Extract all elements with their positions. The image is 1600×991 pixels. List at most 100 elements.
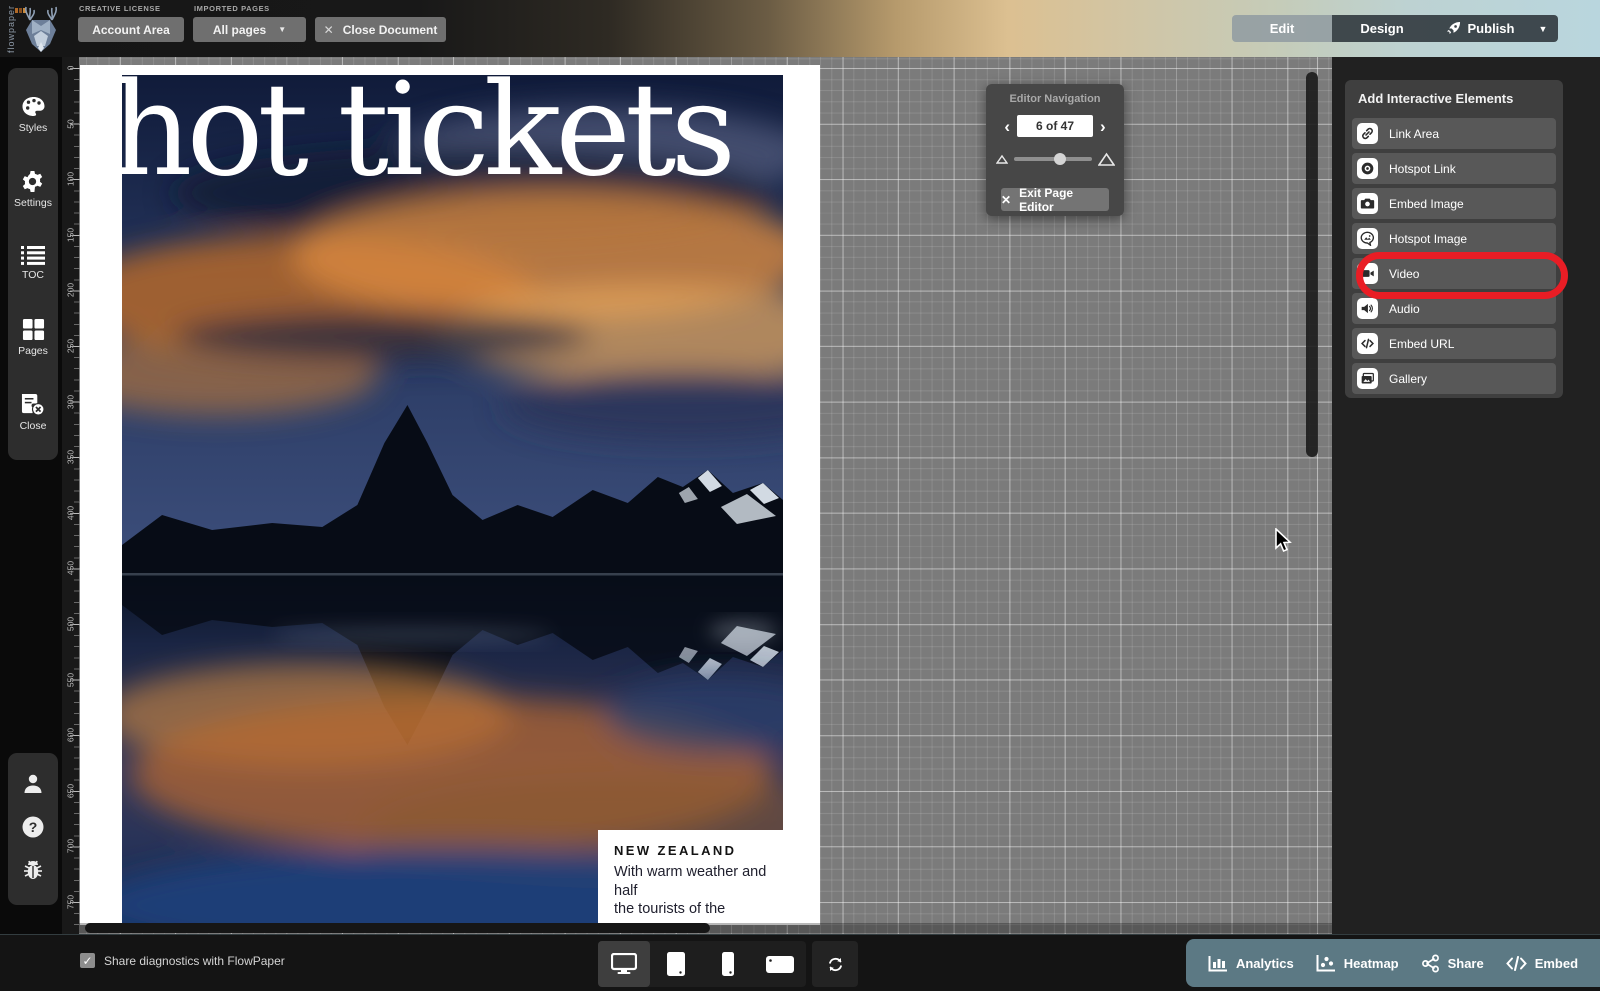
edit-label: Edit [1270, 21, 1295, 36]
exit-page-editor-button[interactable]: ✕ Exit Page Editor [1001, 188, 1109, 211]
panel-item-audio[interactable]: Audio [1352, 293, 1556, 324]
imported-pages-label: IMPORTED PAGES [194, 4, 270, 13]
design-label: Design [1360, 21, 1403, 36]
editor-canvas: 0 50 100 150 200 250 300 350 400 450 500… [62, 57, 1332, 934]
popup-title: Editor Navigation [986, 93, 1124, 105]
phone-landscape-icon [765, 955, 795, 974]
publish-button[interactable]: Publish [1432, 15, 1528, 42]
chevron-down-icon: ▼ [278, 25, 286, 34]
ruler-label: 450 [66, 560, 76, 577]
gallery-label: Gallery [1389, 372, 1427, 386]
close-document-icon [20, 393, 45, 416]
sidebar-item-styles[interactable]: Styles [19, 96, 48, 134]
rocket-icon [1446, 21, 1461, 36]
sidebar-item-toc[interactable]: TOC [21, 245, 45, 281]
page-indicator-value: 6 of 47 [1036, 119, 1074, 133]
account-area-button[interactable]: Account Area [78, 17, 184, 42]
all-pages-dropdown[interactable]: All pages ▼ [193, 17, 306, 42]
panel-item-video[interactable]: Video [1352, 258, 1556, 289]
ruler-label: 400 [66, 505, 76, 522]
sidebar-item-pages[interactable]: Pages [18, 318, 48, 357]
document-page[interactable]: hot tickets NEW ZEALAND With warm weathe… [80, 65, 820, 925]
embed-button[interactable]: Embed [1506, 956, 1578, 971]
ruler-label: 750 [66, 894, 76, 911]
desktop-icon [611, 953, 637, 975]
publish-dropdown-caret[interactable]: ▼ [1528, 15, 1558, 42]
magazine-title: hot tickets [110, 65, 815, 202]
close-document-label: Close Document [343, 23, 438, 37]
video-label: Video [1389, 267, 1419, 281]
caption-line: the tourists of the summer, [614, 900, 774, 925]
zoom-slider[interactable] [1014, 157, 1092, 161]
ruler-label: 150 [66, 227, 76, 244]
tab-design[interactable]: Design [1332, 15, 1432, 42]
device-phone-landscape-button[interactable] [754, 941, 806, 987]
account-area-label: Account Area [92, 23, 170, 37]
styles-label: Styles [19, 122, 48, 134]
ruler-label: 550 [66, 672, 76, 689]
user-icon [21, 772, 45, 796]
caption-box: NEW ZEALAND With warm weather and half t… [598, 830, 784, 925]
bubble-image-icon [1357, 228, 1378, 249]
ruler-label: 50 [66, 116, 76, 133]
checkbox-checked[interactable]: ✓ [80, 953, 95, 968]
next-page-button[interactable]: › [1100, 118, 1106, 135]
ruler-label: 350 [66, 449, 76, 466]
toc-list-icon [21, 245, 45, 265]
analytics-button[interactable]: Analytics [1208, 955, 1294, 972]
hotspot-link-label: Hotspot Link [1389, 162, 1456, 176]
close-document-button[interactable]: ✕ Close Document [315, 17, 446, 42]
publish-label: Publish [1468, 21, 1515, 36]
panel-item-gallery[interactable]: Gallery [1352, 363, 1556, 394]
panel-item-embed-url[interactable]: Embed URL [1352, 328, 1556, 359]
share-diagnostics-checkbox[interactable]: ✓ Share diagnostics with FlowPaper [80, 953, 285, 968]
diagnostics-label: Share diagnostics with FlowPaper [104, 954, 285, 968]
check-icon: ✓ [82, 954, 92, 968]
user-account-button[interactable] [21, 772, 45, 801]
add-interactive-elements-panel: Add Interactive Elements Link Area Hotsp… [1345, 80, 1563, 398]
mode-switch: Edit Design Publish ▼ [1232, 15, 1558, 42]
svg-text:?: ? [29, 819, 38, 835]
device-phone-button[interactable] [702, 941, 754, 987]
deer-logo-icon [18, 4, 64, 54]
flowpaper-logo[interactable]: flowpaper [6, 2, 66, 55]
report-bug-button[interactable] [21, 859, 45, 886]
heatmap-button[interactable]: Heatmap [1316, 954, 1399, 972]
help-button[interactable]: ? [21, 815, 45, 844]
sidebar-item-close[interactable]: Close [20, 393, 47, 432]
close-label: Close [20, 420, 47, 432]
speaker-icon [1357, 298, 1378, 319]
vertical-scrollbar[interactable] [1306, 72, 1318, 457]
flowpaper-editor-app: flowpaper CREATIVE LICENSE Account Area … [0, 0, 1600, 991]
ruler-label: 250 [66, 338, 76, 355]
editor-navigation-popup: Editor Navigation ‹ 6 of 47 › [986, 84, 1124, 216]
phone-icon [721, 951, 735, 977]
share-label: Share [1448, 956, 1484, 971]
zoom-out-mountain-icon [996, 154, 1008, 164]
ruler-label: 300 [66, 394, 76, 411]
zoom-in-mountain-icon [1098, 152, 1115, 166]
ruler-label: 100 [66, 171, 76, 188]
page-indicator-input[interactable]: 6 of 47 [1017, 115, 1093, 137]
share-button[interactable]: Share [1421, 954, 1484, 973]
horizontal-scrollbar[interactable] [85, 923, 710, 933]
horizontal-scrollbar-track [79, 923, 1332, 933]
zoom-slider-thumb[interactable] [1054, 153, 1066, 165]
device-tablet-button[interactable] [650, 941, 702, 987]
refresh-preview-button[interactable] [812, 941, 858, 987]
link-icon [1357, 123, 1378, 144]
embed-label: Embed [1535, 956, 1578, 971]
embed-image-label: Embed Image [1389, 197, 1464, 211]
tab-edit[interactable]: Edit [1232, 15, 1332, 42]
analytics-label: Analytics [1236, 956, 1294, 971]
panel-item-hotspot-link[interactable]: Hotspot Link [1352, 153, 1556, 184]
ruler-label: 200 [66, 282, 76, 299]
sidebar-item-settings[interactable]: Settings [14, 170, 52, 209]
device-desktop-button[interactable] [598, 941, 650, 987]
panel-item-hotspot-image[interactable]: Hotspot Image [1352, 223, 1556, 254]
all-pages-label: All pages [213, 23, 266, 37]
panel-item-embed-image[interactable]: Embed Image [1352, 188, 1556, 219]
previous-page-button[interactable]: ‹ [1004, 118, 1010, 135]
creative-license-label: CREATIVE LICENSE [79, 4, 161, 13]
panel-item-link-area[interactable]: Link Area [1352, 118, 1556, 149]
